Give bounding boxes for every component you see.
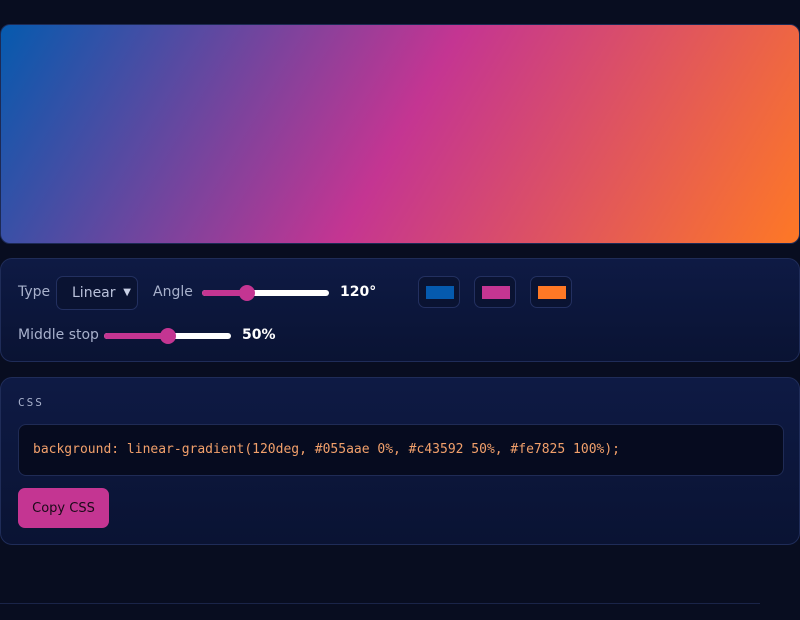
css-section-title: CSS [18,396,44,409]
start-color-swatch[interactable] [418,276,460,308]
end-color-chip [537,285,567,300]
type-select-value: Linear [72,285,116,301]
middle-stop-slider-fill [104,333,168,339]
type-label: Type [18,284,51,300]
css-code-output[interactable]: background: linear-gradient(120deg, #055… [18,424,784,476]
middle-stop-value: 50% [242,327,276,343]
angle-value: 120° [340,284,377,300]
copy-css-button[interactable]: Copy CSS [18,488,109,528]
middle-color-chip [481,285,511,300]
angle-slider-thumb[interactable] [239,285,255,301]
middle-color-swatch[interactable] [474,276,516,308]
middle-stop-label: Middle stop [18,327,99,343]
css-panel: CSS background: linear-gradient(120deg, … [0,377,800,545]
footer-divider [0,603,760,604]
gradient-preview [0,24,800,244]
middle-stop-slider[interactable] [104,327,231,345]
angle-label: Angle [153,284,193,300]
type-select[interactable]: Linear ▼ [56,276,138,310]
end-color-swatch[interactable] [530,276,572,308]
start-color-chip [425,285,455,300]
chevron-down-icon: ▼ [123,287,131,298]
middle-stop-slider-thumb[interactable] [159,328,176,344]
controls-panel: Type Linear ▼ Angle 120° Middle stop 50% [0,258,800,362]
angle-slider[interactable] [202,284,329,302]
